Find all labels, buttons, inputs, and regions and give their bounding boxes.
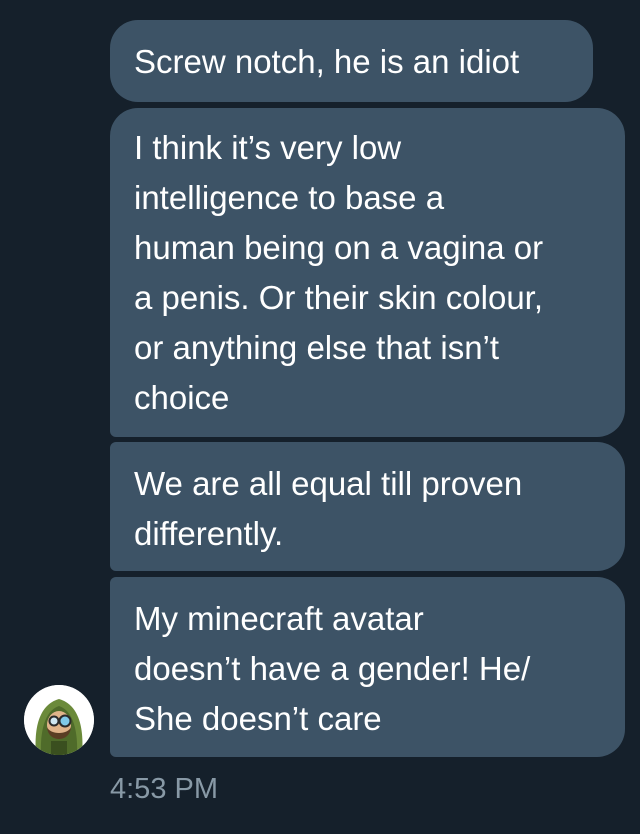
message-bubble[interactable]: My minecraft avatar doesn’t have a gende… (110, 577, 625, 757)
message-bubble[interactable]: Screw notch, he is an idiot (110, 20, 593, 102)
message-bubble[interactable]: I think it’s very low intelligence to ba… (110, 108, 625, 437)
sender-avatar[interactable] (24, 685, 94, 755)
hooded-cartoon-character-avatar-icon (24, 685, 94, 755)
message-timestamp: 4:53 PM (110, 773, 218, 805)
message-bubble[interactable]: We are all equal till proven differently… (110, 442, 625, 571)
